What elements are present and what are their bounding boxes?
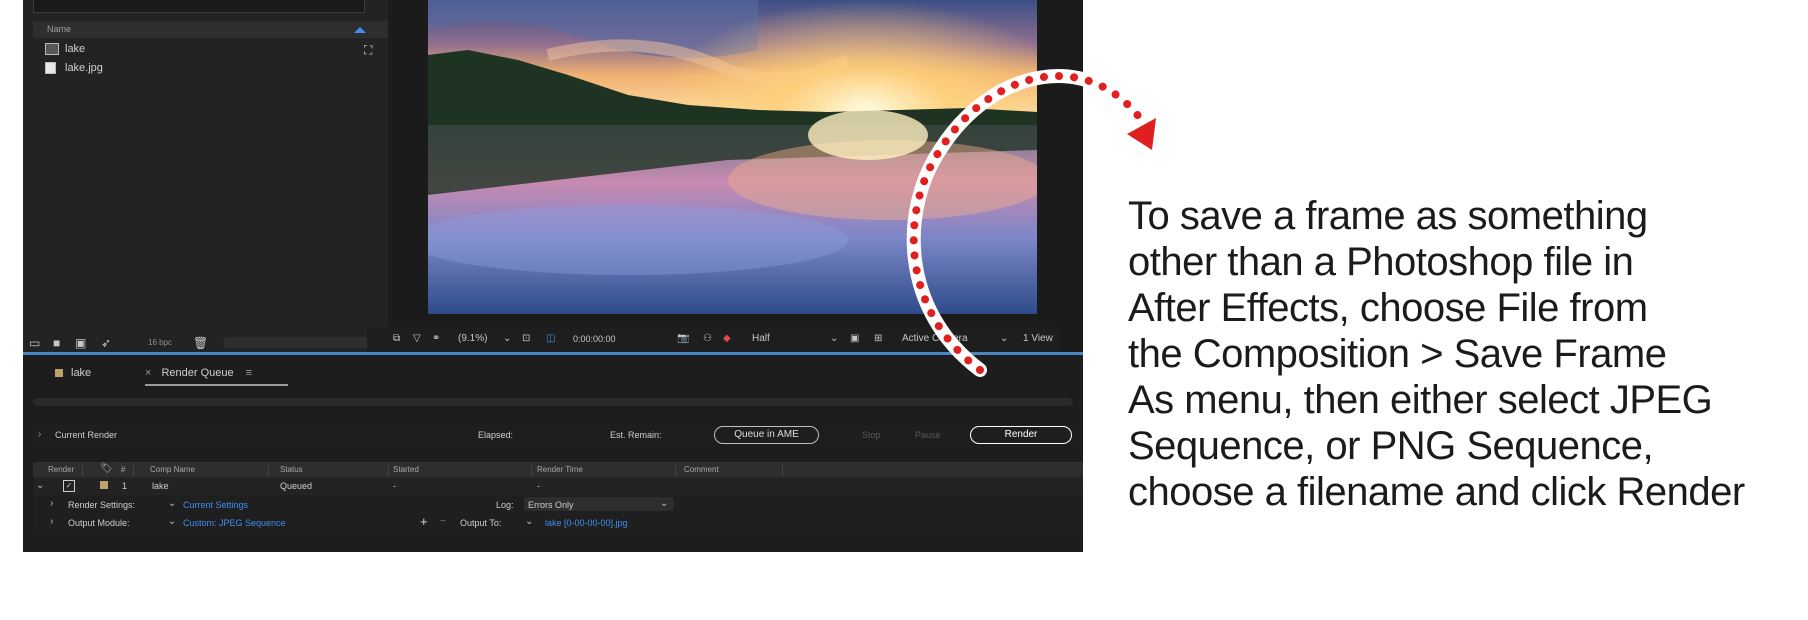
current-time-display[interactable]: 0:00:00:00	[573, 334, 616, 344]
render-item-started: -	[393, 481, 396, 491]
queue-in-ame-button[interactable]: Queue in AME	[714, 426, 819, 444]
render-item-comp-name: lake	[152, 481, 169, 491]
log-value: Errors Only	[528, 500, 574, 510]
est-remain-label: Est. Remain:	[610, 430, 662, 440]
composition-color-label	[55, 369, 63, 378]
number-column-header[interactable]: #	[121, 465, 135, 476]
image-file-icon	[45, 62, 56, 74]
composition-icon	[45, 43, 59, 55]
show-snapshot-icon[interactable]: ⚇	[703, 333, 712, 344]
stop-button[interactable]: Stop	[862, 430, 881, 440]
new-composition-icon[interactable]: ▣	[75, 336, 86, 350]
project-search-input[interactable]	[33, 0, 365, 13]
caption-line: As menu, then either select JPEG	[1128, 378, 1713, 422]
resolution-menu[interactable]: Half	[752, 333, 770, 344]
add-output-module-icon[interactable]: +	[420, 514, 428, 529]
transparency-grid-icon[interactable]: ◫	[546, 333, 555, 344]
chevron-down-icon[interactable]: ⌄	[525, 516, 533, 527]
started-column-header[interactable]: Started	[393, 465, 532, 476]
close-tab-icon[interactable]: ×	[145, 367, 151, 379]
output-to-link[interactable]: lake [0-00-00-00].jpg	[545, 518, 628, 528]
interpret-footage-icon[interactable]: ▭	[29, 336, 40, 350]
chevron-right-icon[interactable]: ›	[50, 498, 53, 509]
tab-render-queue[interactable]: × Render Queue ≡	[145, 367, 252, 379]
chevron-down-icon[interactable]: ⌄	[168, 498, 176, 509]
status-column-header[interactable]: Status	[280, 465, 389, 476]
render-item-status: Queued	[280, 481, 313, 491]
elapsed-label: Elapsed:	[478, 430, 514, 440]
chevron-right-icon[interactable]: ›	[38, 429, 41, 440]
color-channels-icon[interactable]: ◆	[723, 333, 731, 344]
render-checkbox[interactable]: ✓	[63, 480, 75, 492]
bit-depth-label[interactable]: 16 bpc	[148, 338, 172, 347]
snapshot-icon[interactable]: 📷	[677, 333, 689, 344]
render-item-number: 1	[122, 481, 128, 491]
render-settings-link[interactable]: Current Settings	[183, 500, 248, 510]
name-column-label: Name	[47, 24, 72, 34]
chevron-down-icon[interactable]: ⌄	[503, 333, 511, 344]
adjust-project-settings-icon[interactable]: ➶	[101, 336, 111, 350]
chevron-right-icon[interactable]: ›	[50, 516, 53, 527]
region-of-interest-icon[interactable]: ▣	[850, 333, 859, 344]
render-item-time: -	[537, 481, 540, 491]
current-render-label[interactable]: Current Render	[55, 430, 117, 440]
new-folder-icon[interactable]: ■	[53, 336, 60, 350]
grid-guides-icon[interactable]: ⊡	[522, 333, 530, 344]
render-settings-label: Render Settings:	[68, 500, 136, 510]
mask-visibility-icon[interactable]: ▽	[413, 333, 421, 344]
sort-ascending-icon[interactable]	[354, 27, 366, 33]
render-item-row[interactable]	[33, 477, 1083, 495]
view-options-icon[interactable]: ⚭	[432, 333, 440, 344]
caption-line: After Effects, choose File from	[1128, 286, 1648, 330]
active-tab-indicator	[145, 384, 288, 386]
comment-column-header[interactable]: Comment	[684, 465, 783, 476]
instruction-caption: To save a frame as something other than …	[1128, 193, 1808, 515]
output-module-label: Output Module:	[68, 518, 130, 528]
panel-menu-icon[interactable]: ≡	[246, 367, 252, 379]
project-item-lake[interactable]: lake	[33, 40, 378, 59]
tab-lake[interactable]: lake	[55, 367, 91, 379]
caption-line: choose a filename and click Render	[1128, 470, 1745, 514]
project-column-header[interactable]: Name	[33, 21, 388, 38]
output-to-label: Output To:	[460, 518, 502, 528]
chevron-down-icon[interactable]: ⌄	[168, 516, 176, 527]
chevron-down-icon[interactable]: ⌄	[36, 480, 44, 491]
caption-line: To save a frame as something	[1128, 194, 1648, 238]
caption-line: Sequence, or PNG Sequence,	[1128, 424, 1654, 468]
chevron-down-icon[interactable]: ⌄	[660, 498, 668, 509]
flowchart-icon[interactable]: ⛶	[364, 43, 372, 58]
trash-icon[interactable]: 🗑	[193, 336, 208, 350]
caption-line: other than a Photoshop file in	[1128, 240, 1634, 284]
comp-color-label[interactable]	[100, 481, 108, 489]
output-module-link[interactable]: Custom: JPEG Sequence	[183, 518, 286, 528]
always-preview-icon[interactable]: ⧉	[393, 333, 400, 344]
caption-line: the Composition > Save Frame	[1128, 332, 1667, 376]
remove-output-module-icon[interactable]: −	[440, 516, 446, 527]
magnification-menu[interactable]: (9.1%)	[458, 333, 487, 344]
label-tag-icon[interactable]: 🏷	[100, 463, 122, 474]
render-time-column-header[interactable]: Render Time	[537, 465, 676, 476]
chevron-down-icon[interactable]: ⌄	[830, 333, 838, 344]
project-scroll-bar[interactable]	[223, 337, 378, 348]
render-column-header[interactable]: Render	[48, 465, 84, 476]
log-label: Log:	[496, 500, 514, 510]
project-item-lake-jpg[interactable]: lake.jpg	[33, 59, 378, 78]
comp-name-column-header[interactable]: Comp Name	[150, 465, 269, 476]
